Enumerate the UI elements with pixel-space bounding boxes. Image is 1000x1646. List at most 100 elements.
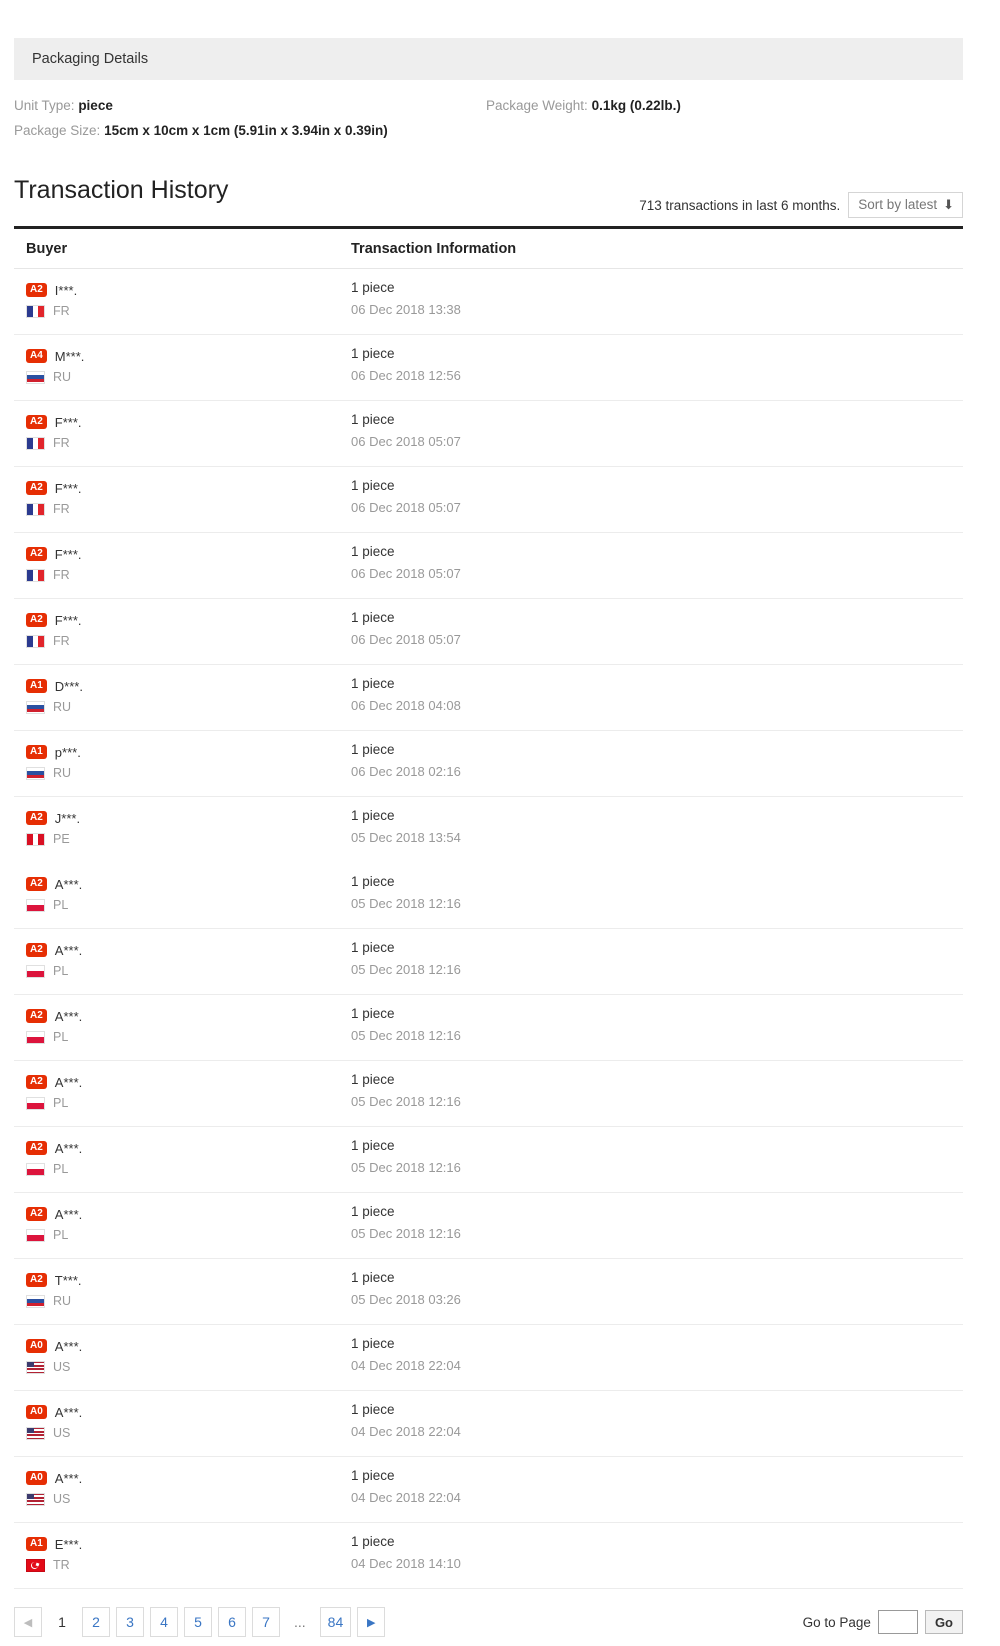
flag-icon-pl: [26, 1096, 45, 1110]
chevron-left-icon[interactable]: ◀: [14, 1607, 42, 1637]
goto-page-input[interactable]: [877, 1610, 918, 1634]
country-code: PL: [53, 1228, 69, 1242]
buyer-country: FR: [26, 499, 351, 519]
transaction-quantity: 1 piece: [351, 1204, 395, 1219]
buyer-name: D***.: [54, 678, 83, 694]
chevron-right-icon[interactable]: ▶: [357, 1607, 386, 1637]
buyer-identity: A0 A***.: [26, 1468, 351, 1488]
pagination-page-84[interactable]: 84: [319, 1607, 352, 1637]
transaction-info-cell: 1 piece 06 Dec 2018 12:56: [351, 346, 963, 388]
table-row[interactable]: A2 A***. PL 1 piece 05 Dec 2018 12:16: [14, 1127, 963, 1193]
pagination-page-3[interactable]: 3: [116, 1607, 144, 1637]
table-row[interactable]: A2 J***. PE 1 piece 05 Dec 2018 13:54: [14, 797, 963, 863]
country-code: US: [53, 1360, 71, 1374]
transaction-date: 06 Dec 2018 13:38: [351, 302, 461, 317]
table-row[interactable]: A0 A***. US 1 piece 04 Dec 2018 22:04: [14, 1391, 963, 1457]
transaction-date: 04 Dec 2018 22:04: [351, 1424, 461, 1439]
package-size-row: Package Size: 15cm x 10cm x 1cm (5.91in …: [14, 123, 486, 138]
transaction-info-cell: 1 piece 05 Dec 2018 13:54: [351, 808, 963, 850]
table-row[interactable]: A2 T***. RU 1 piece 05 Dec 2018 03:26: [14, 1259, 963, 1325]
transaction-date: 06 Dec 2018 05:07: [351, 434, 461, 449]
transaction-date: 04 Dec 2018 14:10: [351, 1556, 461, 1571]
table-row[interactable]: A1 D***. RU 1 piece 06 Dec 2018 04:08: [14, 665, 963, 731]
country-code: RU: [53, 370, 72, 384]
transaction-info-cell: 1 piece 06 Dec 2018 05:07: [351, 610, 963, 652]
table-row[interactable]: A2 A***. PL 1 piece 05 Dec 2018 12:16: [14, 1193, 963, 1259]
transaction-info-cell: 1 piece 05 Dec 2018 12:16: [351, 940, 963, 982]
buyer-level-badge: A2: [26, 613, 47, 627]
buyer-level-badge: A1: [26, 745, 47, 759]
buyer-identity: A0 A***.: [26, 1402, 351, 1422]
transaction-info-cell: 1 piece 05 Dec 2018 12:16: [351, 1138, 963, 1180]
table-row[interactable]: A2 A***. PL 1 piece 05 Dec 2018 12:16: [14, 1061, 963, 1127]
country-code: RU: [53, 700, 72, 714]
package-size-label: Package Size:: [14, 123, 101, 138]
flag-icon-us: [26, 1426, 45, 1440]
buyer-cell: A2 I***. FR: [26, 280, 351, 322]
pagination-ellipsis: ...: [286, 1607, 314, 1637]
table-row[interactable]: A4 M***. RU 1 piece 06 Dec 2018 12:56: [14, 335, 963, 401]
transaction-info-cell: 1 piece 06 Dec 2018 05:07: [351, 544, 963, 586]
transaction-count: 713 transactions in last 6 months.: [639, 197, 841, 213]
buyer-level-badge: A2: [26, 415, 47, 429]
buyer-cell: A0 A***. US: [26, 1336, 351, 1378]
table-row[interactable]: A2 F***. FR 1 piece 06 Dec 2018 05:07: [14, 467, 963, 533]
table-row[interactable]: A1 p***. RU 1 piece 06 Dec 2018 02:16: [14, 731, 963, 797]
buyer-country: RU: [26, 697, 351, 717]
buyer-level-badge: A2: [26, 1141, 47, 1155]
packaging-details-grid: Unit Type: piece Package Weight: 0.1kg (…: [14, 98, 963, 138]
buyer-cell: A1 p***. RU: [26, 742, 351, 784]
transaction-date: 05 Dec 2018 12:16: [351, 962, 461, 977]
flag-icon-ru: [26, 766, 45, 780]
transaction-date: 05 Dec 2018 03:26: [351, 1292, 461, 1307]
buyer-cell: A2 A***. PL: [26, 1072, 351, 1114]
pagination-page-2[interactable]: 2: [82, 1607, 110, 1637]
buyer-identity: A2 A***.: [26, 874, 351, 894]
buyer-country: RU: [26, 763, 351, 783]
flag-icon-ru: [26, 700, 45, 714]
buyer-cell: A0 A***. US: [26, 1468, 351, 1510]
table-row[interactable]: A0 A***. US 1 piece 04 Dec 2018 22:04: [14, 1325, 963, 1391]
pagination-page-7[interactable]: 7: [252, 1607, 280, 1637]
go-button[interactable]: Go: [924, 1610, 963, 1634]
table-row[interactable]: A2 F***. FR 1 piece 06 Dec 2018 05:07: [14, 401, 963, 467]
flag-icon-pe: [26, 832, 45, 846]
country-code: FR: [53, 568, 70, 582]
column-header-buyer: Buyer: [26, 241, 68, 257]
flag-icon-pl: [26, 964, 45, 978]
table-row[interactable]: A2 A***. PL 1 piece 05 Dec 2018 12:16: [14, 929, 963, 995]
buyer-cell: A2 F***. FR: [26, 544, 351, 586]
transaction-table: Buyer Transaction Information A2 I***. FR 1…: [14, 229, 963, 1589]
pagination-page-1[interactable]: 1: [48, 1607, 76, 1637]
table-row[interactable]: A2 I***. FR 1 piece 06 Dec 2018 13:38: [14, 269, 963, 335]
table-row[interactable]: A1 E***. TR 1 piece 04 Dec 2018 14:10: [14, 1523, 963, 1589]
buyer-cell: A2 J***. PE: [26, 808, 351, 850]
package-weight-row: Package Weight: 0.1kg (0.22lb.): [486, 98, 963, 113]
country-code: PL: [53, 1162, 69, 1176]
pagination-page-6[interactable]: 6: [218, 1607, 246, 1637]
transaction-date: 04 Dec 2018 22:04: [351, 1358, 461, 1373]
buyer-cell: A2 T***. RU: [26, 1270, 351, 1312]
transaction-quantity: 1 piece: [351, 1138, 395, 1153]
transaction-quantity: 1 piece: [351, 1270, 395, 1285]
table-row[interactable]: A2 F***. FR 1 piece 06 Dec 2018 05:07: [14, 599, 963, 665]
table-row[interactable]: A0 A***. US 1 piece 04 Dec 2018 22:04: [14, 1457, 963, 1523]
pagination-page-5[interactable]: 5: [184, 1607, 212, 1637]
sort-by-latest-button[interactable]: Sort by latest ⬇: [848, 192, 963, 218]
table-row[interactable]: A2 F***. FR 1 piece 06 Dec 2018 05:07: [14, 533, 963, 599]
buyer-level-badge: A2: [26, 283, 47, 297]
table-row[interactable]: A2 A***. PL 1 piece 05 Dec 2018 12:16: [14, 863, 963, 929]
buyer-identity: A2 F***.: [26, 478, 351, 498]
buyer-country: TR: [26, 1555, 351, 1575]
buyer-identity: A1 E***.: [26, 1534, 351, 1554]
column-header-transaction-information: Transaction Information: [351, 241, 517, 257]
table-row[interactable]: A2 A***. PL 1 piece 05 Dec 2018 12:16: [14, 995, 963, 1061]
buyer-identity: A2 A***.: [26, 940, 351, 960]
package-size-value: 15cm x 10cm x 1cm (5.91in x 3.94in x 0.3…: [104, 123, 388, 138]
pagination-page-4[interactable]: 4: [150, 1607, 178, 1637]
buyer-name: A***.: [54, 1140, 83, 1156]
pagination: ◀ 1 2 3 4 5 6 7... 84 ▶: [14, 1607, 386, 1637]
buyer-level-badge: A2: [26, 811, 47, 825]
buyer-identity: A2 A***.: [26, 1138, 351, 1158]
transaction-history-page: Packaging Details Unit Type: piece Packa…: [0, 38, 1000, 1646]
